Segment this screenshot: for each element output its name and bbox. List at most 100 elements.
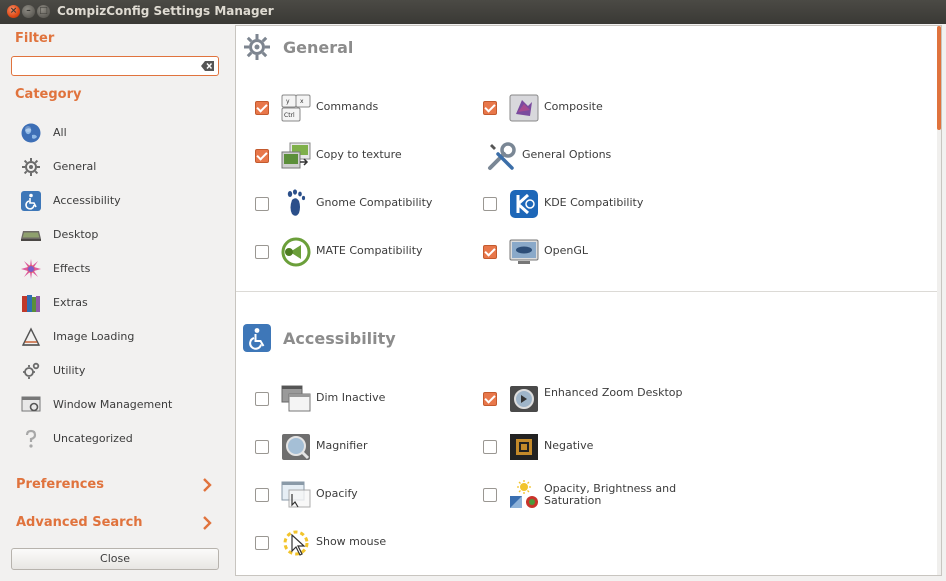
plugin-commands[interactable]: y x Ctrl Commands	[255, 91, 485, 125]
opengl-monitor-icon	[509, 239, 539, 264]
magnifier-icon	[282, 434, 310, 460]
mate-icon	[281, 237, 311, 267]
title-bar: × – □ CompizConfig Settings Manager	[0, 0, 946, 24]
image-loading-icon	[21, 327, 41, 346]
enhanced-zoom-icon	[510, 386, 538, 412]
section-title: Accessibility	[283, 329, 396, 348]
category-label: Accessibility	[53, 194, 121, 207]
plugin-negative[interactable]: Negative	[483, 430, 713, 464]
sidebar: Filter Category All General Accessibilit…	[0, 24, 234, 581]
plugin-copy-to-texture[interactable]: Copy to texture	[255, 139, 485, 173]
plugin-checkbox[interactable]	[255, 536, 269, 550]
category-item-general[interactable]: General	[20, 154, 220, 180]
category-item-utility[interactable]: Utility	[20, 358, 220, 384]
plugin-label: Magnifier	[316, 439, 368, 452]
plugin-checkbox[interactable]	[483, 440, 497, 454]
negative-icon	[510, 434, 538, 460]
category-item-accessibility[interactable]: Accessibility	[20, 188, 220, 214]
plugin-label: OpenGL	[544, 244, 589, 257]
plugin-label: General Options	[522, 148, 612, 161]
plugin-label: Enhanced Zoom Desktop	[544, 386, 683, 399]
category-item-window-management[interactable]: Window Management	[20, 392, 220, 418]
window-minimize-button[interactable]: –	[22, 5, 35, 18]
plugin-checkbox[interactable]	[483, 392, 497, 406]
clear-icon[interactable]	[201, 60, 215, 72]
composite-icon	[509, 94, 539, 122]
plugin-label: Negative	[544, 439, 594, 452]
plugin-mate-compatibility[interactable]: MATE Compatibility	[255, 235, 485, 269]
globe-icon	[21, 123, 41, 143]
plugin-label: Gnome Compatibility	[316, 196, 433, 209]
plugin-general-options[interactable]: General Options	[483, 139, 713, 173]
scrollbar-thumb[interactable]	[937, 26, 941, 130]
plugin-checkbox[interactable]	[255, 440, 269, 454]
category-item-extras[interactable]: Extras	[20, 290, 220, 316]
plugin-checkbox[interactable]	[483, 197, 497, 211]
section-divider	[236, 291, 941, 292]
effects-icon	[21, 259, 41, 279]
plugin-checkbox[interactable]	[255, 197, 269, 211]
gnome-foot-icon	[287, 189, 306, 216]
close-button[interactable]: Close	[11, 548, 219, 570]
opacify-icon	[281, 481, 311, 508]
svg-text:y: y	[286, 98, 290, 105]
chevron-right-icon	[203, 516, 212, 530]
advanced-search-expander[interactable]: Advanced Search	[16, 513, 216, 535]
plugin-checkbox[interactable]	[255, 488, 269, 502]
category-heading: Category	[15, 87, 82, 102]
chevron-right-icon	[203, 478, 212, 492]
plugin-checkbox[interactable]	[255, 149, 269, 163]
minimize-icon: –	[26, 6, 31, 16]
svg-text:Ctrl: Ctrl	[284, 112, 295, 119]
category-item-all[interactable]: All	[20, 120, 220, 146]
plugin-opacity-brightness-saturation[interactable]: Opacity, Brightness and Saturation	[483, 478, 713, 512]
plugin-kde-compatibility[interactable]: KDE Compatibility	[483, 187, 713, 221]
preferences-label: Preferences	[16, 477, 104, 492]
category-item-image-loading[interactable]: Image Loading	[20, 324, 220, 350]
category-item-uncategorized[interactable]: Uncategorized	[20, 426, 220, 452]
svg-text:x: x	[300, 98, 304, 105]
plugin-checkbox[interactable]	[483, 488, 497, 502]
plugin-enhanced-zoom-desktop[interactable]: Enhanced Zoom Desktop	[483, 382, 713, 416]
category-item-effects[interactable]: Effects	[20, 256, 220, 282]
plugin-panel: General y x Ctrl Commands Composite Copy …	[235, 25, 942, 576]
category-label: Utility	[53, 364, 86, 377]
plugin-dim-inactive[interactable]: Dim Inactive	[255, 382, 485, 416]
window-close-button[interactable]: ×	[7, 5, 20, 18]
plugin-checkbox[interactable]	[483, 101, 497, 115]
window-maximize-button[interactable]: □	[37, 5, 50, 18]
category-label: Uncategorized	[53, 432, 133, 445]
section-title: General	[283, 38, 354, 57]
close-icon: ×	[9, 6, 18, 16]
show-mouse-icon	[283, 530, 309, 556]
filter-input[interactable]	[16, 59, 196, 73]
plugin-composite[interactable]: Composite	[483, 91, 713, 125]
plugin-checkbox[interactable]	[255, 101, 269, 115]
plugin-checkbox[interactable]	[255, 245, 269, 259]
window-title: CompizConfig Settings Manager	[57, 4, 274, 18]
question-icon	[25, 429, 37, 448]
plugin-magnifier[interactable]: Magnifier	[255, 430, 485, 464]
preferences-expander[interactable]: Preferences	[16, 475, 216, 497]
plugin-opacify[interactable]: Opacify	[255, 478, 485, 512]
advanced-search-label: Advanced Search	[16, 515, 143, 530]
category-label: Image Loading	[53, 330, 135, 343]
category-label: Effects	[53, 262, 91, 275]
plugin-show-mouse[interactable]: Show mouse	[255, 526, 485, 560]
plugin-label: Copy to texture	[316, 148, 402, 161]
plugin-checkbox[interactable]	[255, 392, 269, 406]
filter-field[interactable]	[11, 56, 219, 76]
category-label: General	[53, 160, 97, 173]
copy-to-texture-icon	[281, 142, 311, 169]
utility-icon	[23, 362, 40, 379]
plugin-opengl[interactable]: OpenGL	[483, 235, 713, 269]
category-item-desktop[interactable]: Desktop	[20, 222, 220, 248]
plugin-checkbox[interactable]	[483, 245, 497, 259]
plugin-label: Opacity, Brightness and Saturation	[544, 482, 677, 507]
plugin-label: Show mouse	[316, 535, 387, 548]
scrollbar[interactable]	[937, 26, 941, 575]
wrench-screwdriver-icon	[488, 142, 516, 170]
plugin-gnome-compatibility[interactable]: Gnome Compatibility	[255, 187, 485, 221]
filter-heading: Filter	[15, 31, 55, 46]
category-label: Window Management	[53, 398, 173, 411]
